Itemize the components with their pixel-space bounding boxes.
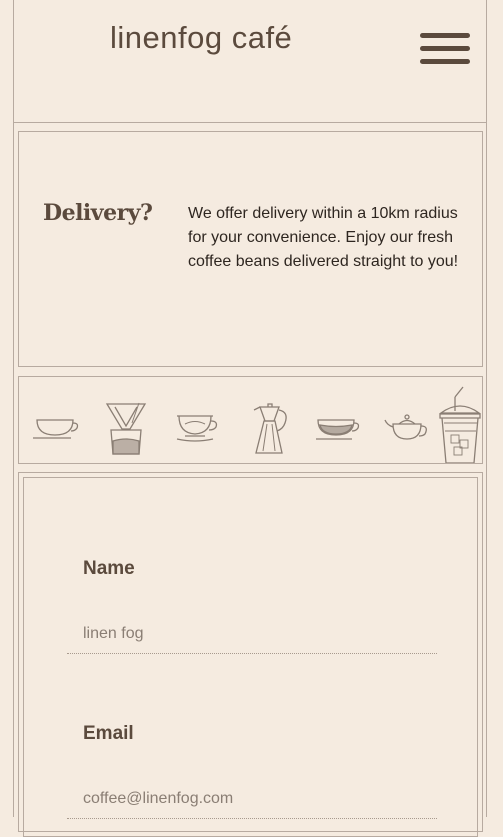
brand-title[interactable]: linenfog café bbox=[110, 20, 292, 56]
contact-form-section: Name Email bbox=[18, 472, 483, 837]
email-label: Email bbox=[83, 723, 134, 744]
delivery-title: Delivery? bbox=[43, 200, 153, 226]
teapot-icon bbox=[384, 414, 427, 440]
moka-pot-icon bbox=[253, 403, 287, 454]
site-header: linenfog café bbox=[13, 0, 487, 123]
hamburger-menu-icon[interactable] bbox=[420, 31, 472, 67]
cappuccino-cup-icon bbox=[176, 415, 218, 442]
email-input[interactable] bbox=[67, 779, 437, 819]
delivery-description: We offer delivery within a 10km radius f… bbox=[188, 205, 459, 270]
contact-form: Name Email bbox=[23, 477, 478, 837]
teacup-icon bbox=[33, 419, 79, 439]
iced-coffee-cup-icon bbox=[439, 386, 481, 463]
pour-over-dripper-icon bbox=[105, 402, 147, 455]
coffee-icons-strip bbox=[18, 376, 483, 464]
name-input[interactable] bbox=[67, 614, 437, 654]
delivery-section: Delivery? We offer delivery within a 10k… bbox=[18, 131, 483, 367]
name-label: Name bbox=[83, 558, 135, 579]
coffee-cup-icon bbox=[316, 419, 360, 440]
